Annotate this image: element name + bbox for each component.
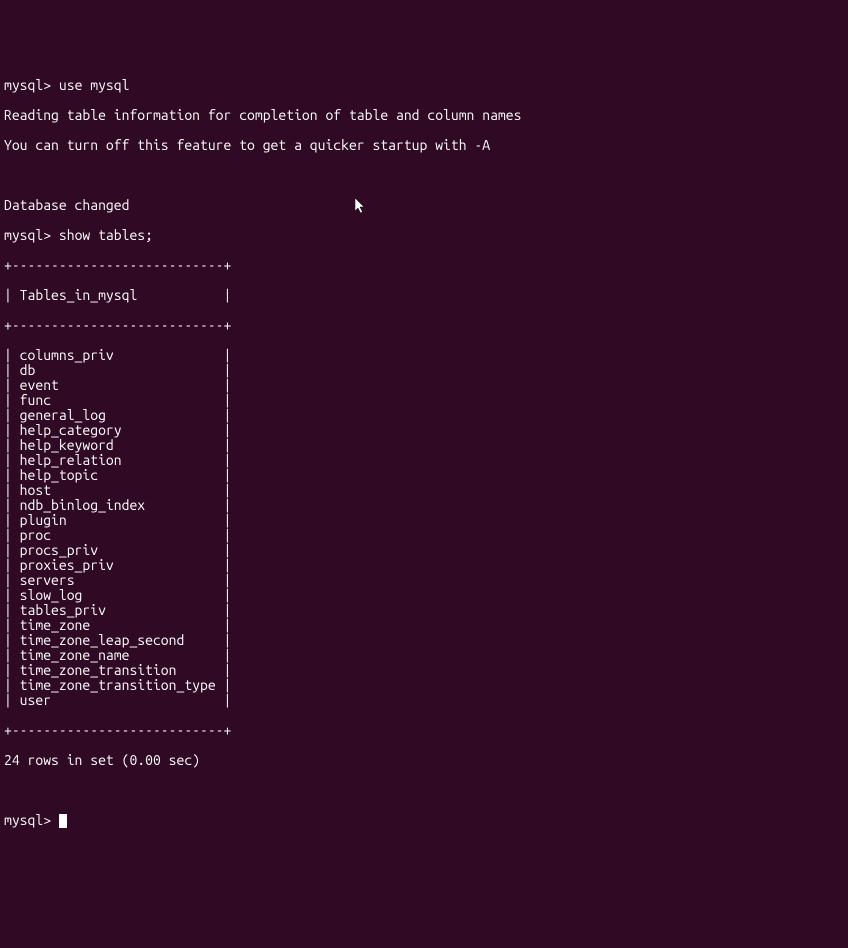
table-row: | help_topic | [4,468,844,483]
table-row: | event | [4,378,844,393]
blank-line [4,168,844,183]
table-border-bottom: +---------------------------+ [4,723,844,738]
table-row: | func | [4,393,844,408]
table-row: | time_zone_transition | [4,663,844,678]
table-header-row: | Tables_in_mysql | [4,288,844,303]
table-row: | servers | [4,573,844,588]
table-row: | user | [4,693,844,708]
table-row: | tables_priv | [4,603,844,618]
cursor-block [59,814,67,828]
prompt: mysql> [4,812,51,828]
msg-changed: Database changed [4,198,844,213]
table-row: | time_zone_leap_second | [4,633,844,648]
table-row: | plugin | [4,513,844,528]
prompt: mysql> [4,227,51,243]
msg-reading: Reading table information for completion… [4,108,844,123]
table-row: | host | [4,483,844,498]
table-row: | ndb_binlog_index | [4,498,844,513]
result-line: 24 rows in set (0.00 sec) [4,753,844,768]
terminal-output[interactable]: mysql> use mysql Reading table informati… [4,63,844,843]
table-row: | procs_priv | [4,543,844,558]
prompt-line-3[interactable]: mysql> [4,813,844,828]
table-row: | help_category | [4,423,844,438]
table-body: | columns_priv || db || event || func ||… [4,348,844,708]
table-row: | time_zone | [4,618,844,633]
table-row: | proc | [4,528,844,543]
table-row: | help_keyword | [4,438,844,453]
table-row: | columns_priv | [4,348,844,363]
msg-turnoff: You can turn off this feature to get a q… [4,138,844,153]
prompt-line-1: mysql> use mysql [4,78,844,93]
prompt-line-2: mysql> show tables; [4,228,844,243]
prompt: mysql> [4,77,51,93]
command-1: use mysql [59,77,130,93]
table-row: | help_relation | [4,453,844,468]
table-row: | time_zone_transition_type | [4,678,844,693]
table-border-mid: +---------------------------+ [4,318,844,333]
table-border-top: +---------------------------+ [4,258,844,273]
table-row: | proxies_priv | [4,558,844,573]
table-row: | slow_log | [4,588,844,603]
table-row: | general_log | [4,408,844,423]
table-row: | db | [4,363,844,378]
blank-line [4,783,844,798]
table-row: | time_zone_name | [4,648,844,663]
command-2: show tables; [59,227,153,243]
